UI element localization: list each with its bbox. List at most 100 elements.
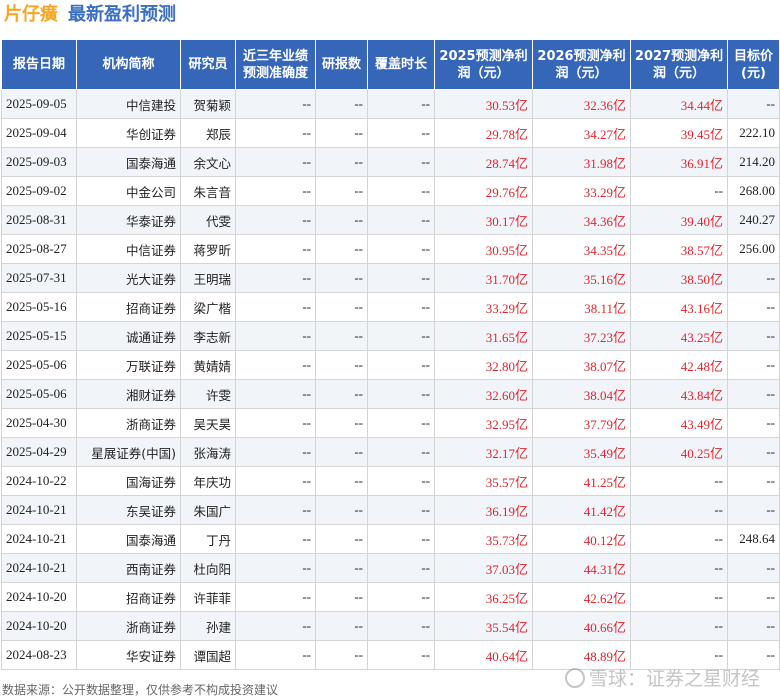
cell-profit-2027: --: [630, 524, 728, 554]
cell-institution: 诚通证券: [76, 321, 181, 351]
cell-analyst: 朱国广: [180, 495, 236, 525]
cell-analyst: 贺菊颖: [180, 89, 236, 119]
cell-analyst: 吴天昊: [180, 408, 236, 438]
cell-accuracy: --: [235, 89, 316, 119]
table-row: 2025-08-27 中信证券 蒋罗昕 -- -- -- 30.95亿 34.35亿 38.57…: [1, 234, 780, 264]
cell-profit-2025: 29.76亿: [434, 176, 533, 206]
cell-analyst: 朱言音: [180, 176, 236, 206]
cell-profit-2027: --: [630, 176, 728, 206]
cell-report-date: 2025-05-16: [1, 292, 77, 322]
cell-report-date: 2025-05-06: [1, 350, 77, 380]
header-report-count: 研报数: [315, 39, 368, 90]
cell-institution: 湘财证券: [76, 379, 181, 409]
table-row: 2024-10-21 国泰海通 丁丹 -- -- -- 35.73亿 40.12亿 -- 248.…: [1, 524, 780, 554]
cell-report-date: 2024-10-21: [1, 553, 77, 583]
cell-profit-2027: --: [630, 582, 728, 612]
table-row: 2024-10-21 西南证券 杜向阳 -- -- -- 37.03亿 44.31亿 -- --: [1, 553, 780, 583]
cell-profit-2027: --: [630, 466, 728, 496]
cell-report-count: --: [315, 234, 368, 264]
cell-profit-2026: 40.66亿: [532, 611, 631, 641]
data-source-note: 数据来源：公开数据整理，仅供参考不构成投资建议: [2, 683, 279, 697]
cell-report-date: 2024-10-22: [1, 466, 77, 496]
cell-profit-2025: 32.60亿: [434, 379, 533, 409]
cell-analyst: 余文心: [180, 147, 236, 177]
table-row: 2024-10-20 浙商证券 孙建 -- -- -- 35.54亿 40.66亿 -- --: [1, 611, 780, 641]
cell-profit-2025: 36.25亿: [434, 582, 533, 612]
cell-profit-2027: 38.57亿: [630, 234, 728, 264]
cell-profit-2025: 35.57亿: [434, 466, 533, 496]
cell-institution: 西南证券: [76, 553, 181, 583]
cell-analyst: 代雯: [180, 205, 236, 235]
cell-report-count: --: [315, 408, 368, 438]
cell-report-date: 2024-08-23: [1, 640, 77, 670]
cell-profit-2026: 42.62亿: [532, 582, 631, 612]
cell-report-count: --: [315, 379, 368, 409]
cell-profit-2025: 30.17亿: [434, 205, 533, 235]
cell-institution: 华泰证券: [76, 205, 181, 235]
cell-report-count: --: [315, 640, 368, 670]
cell-profit-2027: 40.25亿: [630, 437, 728, 467]
cell-target-price: --: [727, 466, 780, 496]
table-row: 2025-05-06 湘财证券 许雯 -- -- -- 32.60亿 38.04亿 43.84亿…: [1, 379, 780, 409]
cell-profit-2026: 35.49亿: [532, 437, 631, 467]
cell-profit-2025: 36.19亿: [434, 495, 533, 525]
header-institution: 机构简称: [76, 39, 181, 90]
table-row: 2025-05-15 诚通证券 李志新 -- -- -- 31.65亿 37.23亿 43.25…: [1, 321, 780, 351]
page-title: 片仔癀 最新盈利预测: [4, 3, 176, 31]
cell-report-count: --: [315, 263, 368, 293]
cell-target-price: 248.64: [727, 524, 780, 554]
cell-coverage-duration: --: [367, 147, 435, 177]
header-profit-2027: 2027预测净利润（元）: [630, 39, 728, 90]
cell-report-date: 2025-08-31: [1, 205, 77, 235]
cell-accuracy: --: [235, 611, 316, 641]
cell-report-date: 2025-09-02: [1, 176, 77, 206]
table-row: 2025-09-05 中信建投 贺菊颖 -- -- -- 30.53亿 32.36亿 34.44…: [1, 89, 780, 119]
cell-profit-2027: 38.50亿: [630, 263, 728, 293]
cell-report-count: --: [315, 437, 368, 467]
header-accuracy: 近三年业绩预测准确度: [235, 39, 316, 90]
cell-analyst: 谭国超: [180, 640, 236, 670]
forecast-table: 报告日期 机构简称 研究员 近三年业绩预测准确度 研报数 覆盖时长 2025预测净利润（元）…: [1, 39, 780, 670]
cell-institution: 浙商证券: [76, 611, 181, 641]
cell-institution: 招商证券: [76, 292, 181, 322]
cell-profit-2026: 34.27亿: [532, 118, 631, 148]
cell-report-date: 2024-10-21: [1, 524, 77, 554]
cell-report-date: 2025-05-06: [1, 379, 77, 409]
cell-report-count: --: [315, 466, 368, 496]
cell-accuracy: --: [235, 582, 316, 612]
cell-profit-2026: 38.11亿: [532, 292, 631, 322]
table-row: 2025-07-31 光大证券 王明瑞 -- -- -- 31.70亿 35.16亿 38.50…: [1, 263, 780, 293]
cell-report-count: --: [315, 118, 368, 148]
cell-profit-2025: 33.29亿: [434, 292, 533, 322]
table-row: 2025-05-06 万联证券 黄婧婧 -- -- -- 32.80亿 38.07亿 42.48…: [1, 350, 780, 380]
cell-institution: 国泰海通: [76, 524, 181, 554]
cell-profit-2026: 31.98亿: [532, 147, 631, 177]
cell-institution: 国海证券: [76, 466, 181, 496]
cell-target-price: 222.10: [727, 118, 780, 148]
cell-profit-2025: 31.65亿: [434, 321, 533, 351]
cell-coverage-duration: --: [367, 495, 435, 525]
cell-institution: 东吴证券: [76, 495, 181, 525]
cell-accuracy: --: [235, 176, 316, 206]
cell-profit-2025: 28.74亿: [434, 147, 533, 177]
cell-report-count: --: [315, 176, 368, 206]
cell-institution: 光大证券: [76, 263, 181, 293]
cell-report-count: --: [315, 147, 368, 177]
cell-profit-2025: 31.70亿: [434, 263, 533, 293]
cell-accuracy: --: [235, 234, 316, 264]
cell-report-date: 2025-07-31: [1, 263, 77, 293]
cell-coverage-duration: --: [367, 89, 435, 119]
cell-profit-2025: 35.73亿: [434, 524, 533, 554]
cell-profit-2026: 41.42亿: [532, 495, 631, 525]
cell-analyst: 许雯: [180, 379, 236, 409]
cell-analyst: 丁丹: [180, 524, 236, 554]
cell-analyst: 杜向阳: [180, 553, 236, 583]
cell-profit-2025: 32.95亿: [434, 408, 533, 438]
cell-target-price: --: [727, 89, 780, 119]
cell-report-count: --: [315, 292, 368, 322]
cell-profit-2026: 34.36亿: [532, 205, 631, 235]
cell-profit-2027: --: [630, 611, 728, 641]
header-profit-2025: 2025预测净利润（元）: [434, 39, 533, 90]
cell-report-date: 2025-04-29: [1, 437, 77, 467]
cell-analyst: 孙建: [180, 611, 236, 641]
